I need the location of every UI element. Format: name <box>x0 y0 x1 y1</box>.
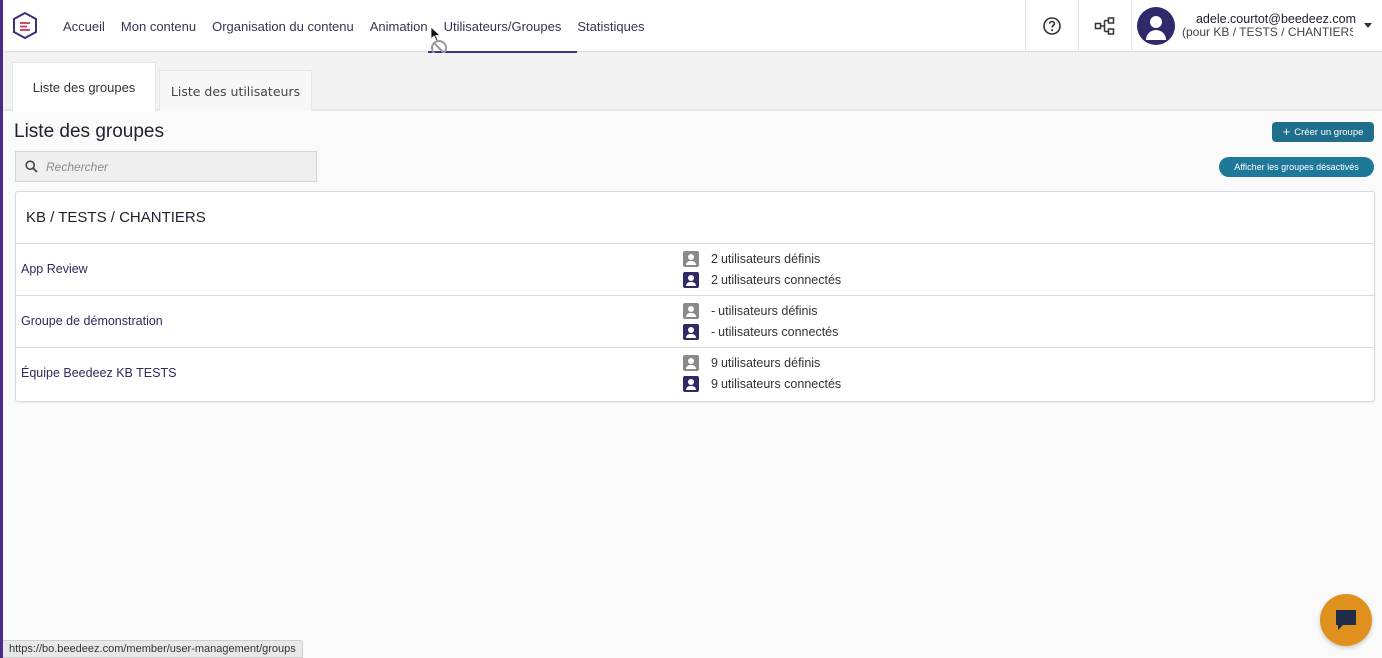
nav-item-accueil[interactable]: Accueil <box>55 0 113 52</box>
chat-button[interactable] <box>1320 594 1372 646</box>
group-name-link[interactable]: Groupe de démonstration <box>21 314 163 328</box>
share-button[interactable] <box>1078 0 1131 52</box>
search-input[interactable] <box>46 159 296 174</box>
group-name-link[interactable]: App Review <box>21 262 88 276</box>
tab-users-list[interactable]: Liste des utilisateurs <box>159 70 312 111</box>
chevron-down-icon[interactable] <box>1364 23 1372 28</box>
user-card-icon <box>683 324 699 340</box>
tab-groups-list[interactable]: Liste des groupes <box>12 62 156 112</box>
page-title: Liste des groupes <box>14 121 164 142</box>
user-card-icon <box>683 376 699 392</box>
tabs-bar: Liste des groupes Liste des utilisateurs <box>3 53 1382 112</box>
users-connected-stat: 2 utilisateurs connectés <box>683 272 841 288</box>
users-defined-stat: - utilisateurs définis <box>683 303 818 319</box>
user-card-icon <box>683 251 699 267</box>
user-menu[interactable]: adele.courtot@beedeez.com (pour KB / TES… <box>1131 0 1382 52</box>
users-connected-stat: - utilisateurs connectés <box>683 324 838 340</box>
main-nav: Accueil Mon contenu Organisation du cont… <box>55 0 653 54</box>
share-nodes-icon <box>1094 17 1115 35</box>
help-button[interactable] <box>1025 0 1078 52</box>
top-navbar: Accueil Mon contenu Organisation du cont… <box>3 0 1382 54</box>
show-disabled-groups-button[interactable]: Afficher les groupes désactivés <box>1219 157 1374 177</box>
user-card-icon <box>683 303 699 319</box>
avatar <box>1137 7 1175 45</box>
status-bar-url: https://bo.beedeez.com/member/user-manag… <box>3 640 303 658</box>
users-connected-stat: 9 utilisateurs connectés <box>683 376 841 392</box>
nav-item-utilisateurs-groupes[interactable]: Utilisateurs/Groupes <box>427 0 578 54</box>
groups-card: KB / TESTS / CHANTIERS App Review 2 util… <box>15 191 1375 402</box>
group-row: App Review 2 utilisateurs définis 2 util… <box>16 244 1374 296</box>
card-title: KB / TESTS / CHANTIERS <box>16 192 1374 244</box>
create-group-button[interactable]: + Créer un groupe <box>1272 122 1374 142</box>
beedeez-logo-icon[interactable] <box>13 11 37 40</box>
user-email: adele.courtot@beedeez.com <box>1195 12 1356 26</box>
group-row: Équipe Beedeez KB TESTS 9 utilisateurs d… <box>16 348 1374 400</box>
user-org: (pour KB / TESTS / CHANTIERS) <box>1182 25 1353 39</box>
search-box <box>15 151 317 182</box>
group-name-link[interactable]: Équipe Beedeez KB TESTS <box>21 366 176 380</box>
help-circle-icon <box>1043 17 1061 35</box>
user-card-icon <box>683 355 699 371</box>
users-defined-stat: 2 utilisateurs définis <box>683 251 820 267</box>
nav-item-statistiques[interactable]: Statistiques <box>569 0 652 52</box>
search-icon <box>25 160 38 173</box>
create-group-label: Créer un groupe <box>1294 126 1364 138</box>
users-defined-stat: 9 utilisateurs définis <box>683 355 820 371</box>
chat-icon <box>1336 610 1356 630</box>
user-card-icon <box>683 272 699 288</box>
plus-icon: + <box>1282 124 1291 139</box>
nav-item-organisation[interactable]: Organisation du contenu <box>204 0 362 52</box>
nav-item-mon-contenu[interactable]: Mon contenu <box>113 0 204 52</box>
group-row: Groupe de démonstration - utilisateurs d… <box>16 296 1374 348</box>
nav-item-animation[interactable]: Animation <box>362 0 436 52</box>
